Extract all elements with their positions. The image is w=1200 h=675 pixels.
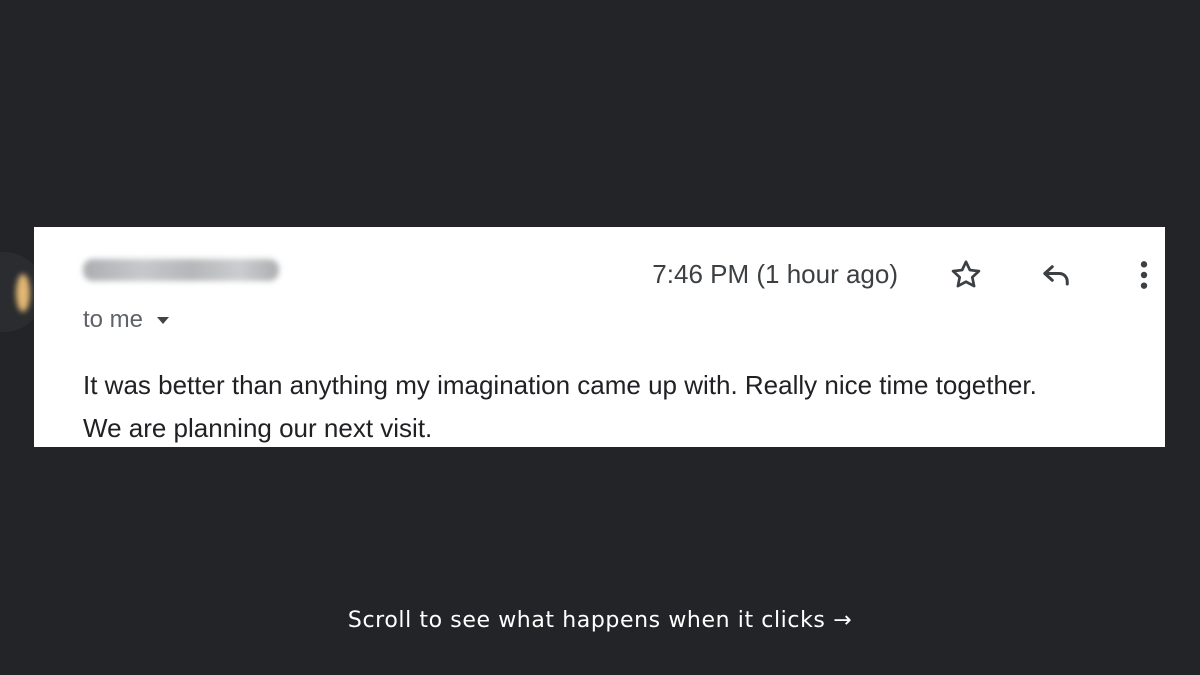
- email-body-line: We are planning our next visit.: [83, 413, 433, 443]
- email-body: It was better than anything my imaginati…: [83, 364, 1163, 447]
- recipient-label: to me: [83, 306, 144, 333]
- more-vertical-icon: [1140, 261, 1148, 289]
- email-timestamp: 7:46 PM (1 hour ago): [652, 259, 898, 289]
- more-options-button[interactable]: [1124, 255, 1164, 295]
- email-message-card: to me 7:46 PM (1 hour ago) It was better…: [34, 227, 1165, 447]
- scroll-caption: Scroll to see what happens when it click…: [347, 608, 853, 633]
- reply-icon: [1043, 265, 1069, 286]
- star-button[interactable]: [946, 255, 986, 295]
- email-body-line: It was better than anything my imaginati…: [83, 370, 1037, 400]
- sender-name-redacted: [83, 259, 279, 281]
- recipient-row[interactable]: to me: [83, 306, 170, 334]
- star-icon: [951, 260, 981, 288]
- chevron-down-icon[interactable]: [157, 316, 170, 324]
- reply-button[interactable]: [1036, 255, 1076, 295]
